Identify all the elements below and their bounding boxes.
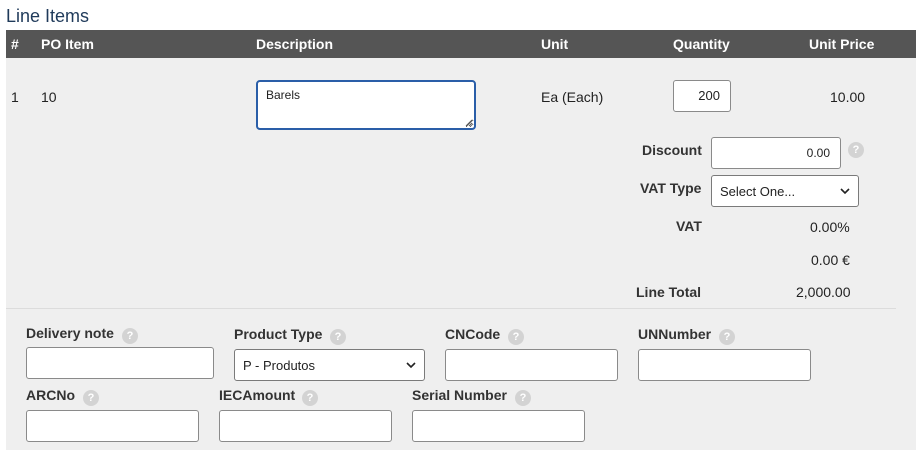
po-item-value: 10 [41,89,57,105]
unit-value: Ea (Each) [541,89,604,105]
discount-input[interactable]: 0.00 [711,137,841,169]
unnumber-label: UNNumber [638,326,712,342]
section-divider [6,308,896,309]
line-total-value: 2,000.00 [796,284,851,300]
vat-percent-value: 0.00% [810,219,850,235]
section-title: Line Items [6,6,90,26]
description-textarea[interactable]: Barels [256,80,476,130]
vat-type-select[interactable]: Select One... [711,175,859,207]
iecamount-label: IECAmount [219,387,296,403]
cncode-label: CNCode [445,326,501,342]
vat-label: VAT [676,218,702,234]
column-header-index: # [11,36,19,52]
arcno-label: ARCNo [26,387,75,403]
column-header-unit-price: Unit Price [809,36,875,52]
product-type-selected-value: P - Produtos [243,357,316,373]
column-header-description: Description [256,36,334,52]
line-total-label: Line Total [636,284,702,300]
delivery-note-label: Delivery note [26,325,114,341]
row-index: 1 [11,89,19,105]
help-circle-icon[interactable]: ? [122,328,138,344]
help-circle-icon[interactable]: ? [330,329,346,345]
help-circle-icon[interactable]: ? [83,390,99,406]
help-circle-icon[interactable]: ? [848,142,864,158]
serial-number-label: Serial Number [412,387,507,403]
resize-handle-icon[interactable] [465,119,473,127]
vat-type-label: VAT Type [640,180,702,196]
product-type-label: Product Type [234,326,323,342]
iecamount-input[interactable] [219,410,392,442]
column-header-quantity: Quantity [673,36,730,52]
unnumber-input[interactable] [638,349,811,381]
serial-number-input[interactable] [412,410,585,442]
quantity-input[interactable]: 200 [673,80,731,112]
help-circle-icon[interactable]: ? [719,329,735,345]
discount-label: Discount [642,142,702,158]
chevron-down-icon [406,362,416,369]
vat-type-selected-value: Select One... [720,183,796,199]
table-header [6,30,916,58]
cncode-input[interactable] [445,349,618,381]
help-circle-icon[interactable]: ? [302,390,318,406]
chevron-down-icon [840,188,850,195]
column-header-unit: Unit [541,36,569,52]
help-circle-icon[interactable]: ? [515,390,531,406]
product-type-select[interactable]: P - Produtos [234,349,425,381]
vat-amount-value: 0.00 € [811,252,850,268]
help-circle-icon[interactable]: ? [508,329,524,345]
column-header-po-item: PO Item [41,36,94,52]
arcno-input[interactable] [26,410,199,442]
unit-price-value: 10.00 [830,89,866,105]
delivery-note-input[interactable] [26,347,214,379]
